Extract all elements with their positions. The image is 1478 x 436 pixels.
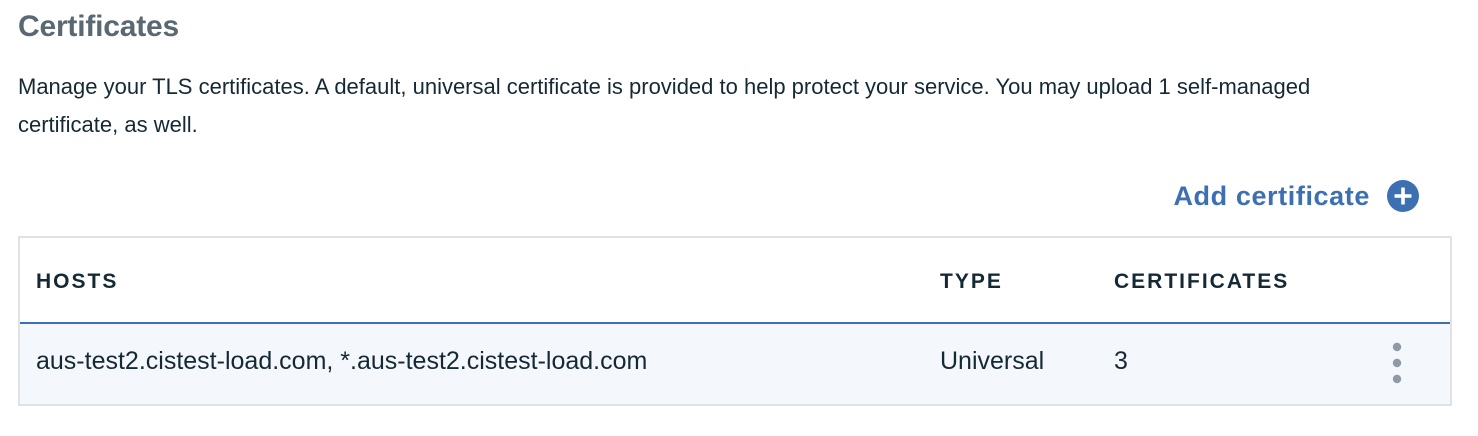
column-header-hosts: HOSTS [36,270,119,293]
overflow-menu-vertical-icon [1392,342,1402,384]
cell-type: Universal [940,347,1045,375]
plus-circle-icon [1387,180,1419,212]
cell-hosts: aus-test2.cistest-load.com, *.aus-test2.… [36,347,648,375]
page-description: Manage your TLS certificates. A default,… [18,74,1311,137]
table-row[interactable]: aus-test2.cistest-load.com, *.aus-test2.… [20,324,1450,404]
column-header-certificates: CERTIFICATES [1114,270,1290,293]
table-header: HOSTS TYPE CERTIFICATES [20,238,1450,324]
row-overflow-menu-button[interactable] [1382,338,1412,388]
add-certificate-label: Add certificate [1173,180,1370,211]
cell-certificates: 3 [1114,347,1128,375]
certificates-table: HOSTS TYPE CERTIFICATES aus-test2.cistes… [18,236,1452,406]
column-header-type: TYPE [940,270,1003,293]
add-certificate-button[interactable]: Add certificate [1173,178,1420,214]
page-title: Certificates [18,10,180,43]
